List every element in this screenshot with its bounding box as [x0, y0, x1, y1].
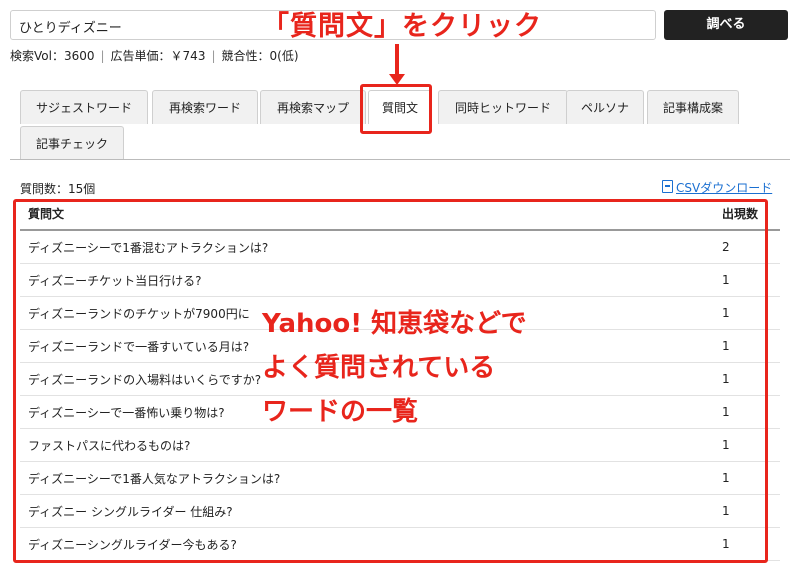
question-count: 質問数：15個 — [20, 182, 96, 196]
annotation-line: Yahoo! 知恵袋などで — [262, 309, 527, 339]
tab-article-outline[interactable]: 記事構成案 — [647, 90, 739, 124]
file-download-icon — [662, 180, 673, 193]
tab-highlight-box — [360, 84, 432, 134]
tab-co-occurring-words[interactable]: 同時ヒットワード — [438, 90, 568, 124]
table-explanation-annotation: Yahoo! 知恵袋などで よく質問されている ワードの一覧 — [262, 302, 527, 434]
tab-article-check[interactable]: 記事チェック — [20, 126, 124, 160]
ad-cost: 広告単価：￥743 — [110, 49, 206, 63]
tab-divider — [10, 159, 790, 160]
search-volume: 検索Vol：3600 — [10, 49, 95, 63]
click-instruction-annotation: 「質問文」をクリック — [262, 11, 542, 42]
annotation-line: ワードの一覧 — [262, 397, 419, 427]
keyword-metrics: 検索Vol：3600 | 広告単価：￥743 | 競合性：0(低) — [10, 47, 299, 64]
csv-download-label: CSVダウンロード — [676, 181, 773, 195]
tab-research-words[interactable]: 再検索ワード — [152, 90, 258, 124]
annotation-line: よく質問されている — [262, 353, 496, 383]
search-button[interactable]: 調べる — [664, 10, 788, 40]
tab-persona[interactable]: ペルソナ — [566, 90, 644, 124]
competition: 競合性：0(低) — [221, 49, 299, 63]
tab-suggest-words[interactable]: サジェストワード — [20, 90, 148, 124]
metric-divider: | — [100, 49, 105, 63]
metric-divider: | — [211, 49, 216, 63]
tab-research-map[interactable]: 再検索マップ — [260, 90, 366, 124]
annotation-arrow-shaft — [395, 44, 399, 76]
csv-download-link[interactable]: CSVダウンロード — [662, 179, 772, 196]
